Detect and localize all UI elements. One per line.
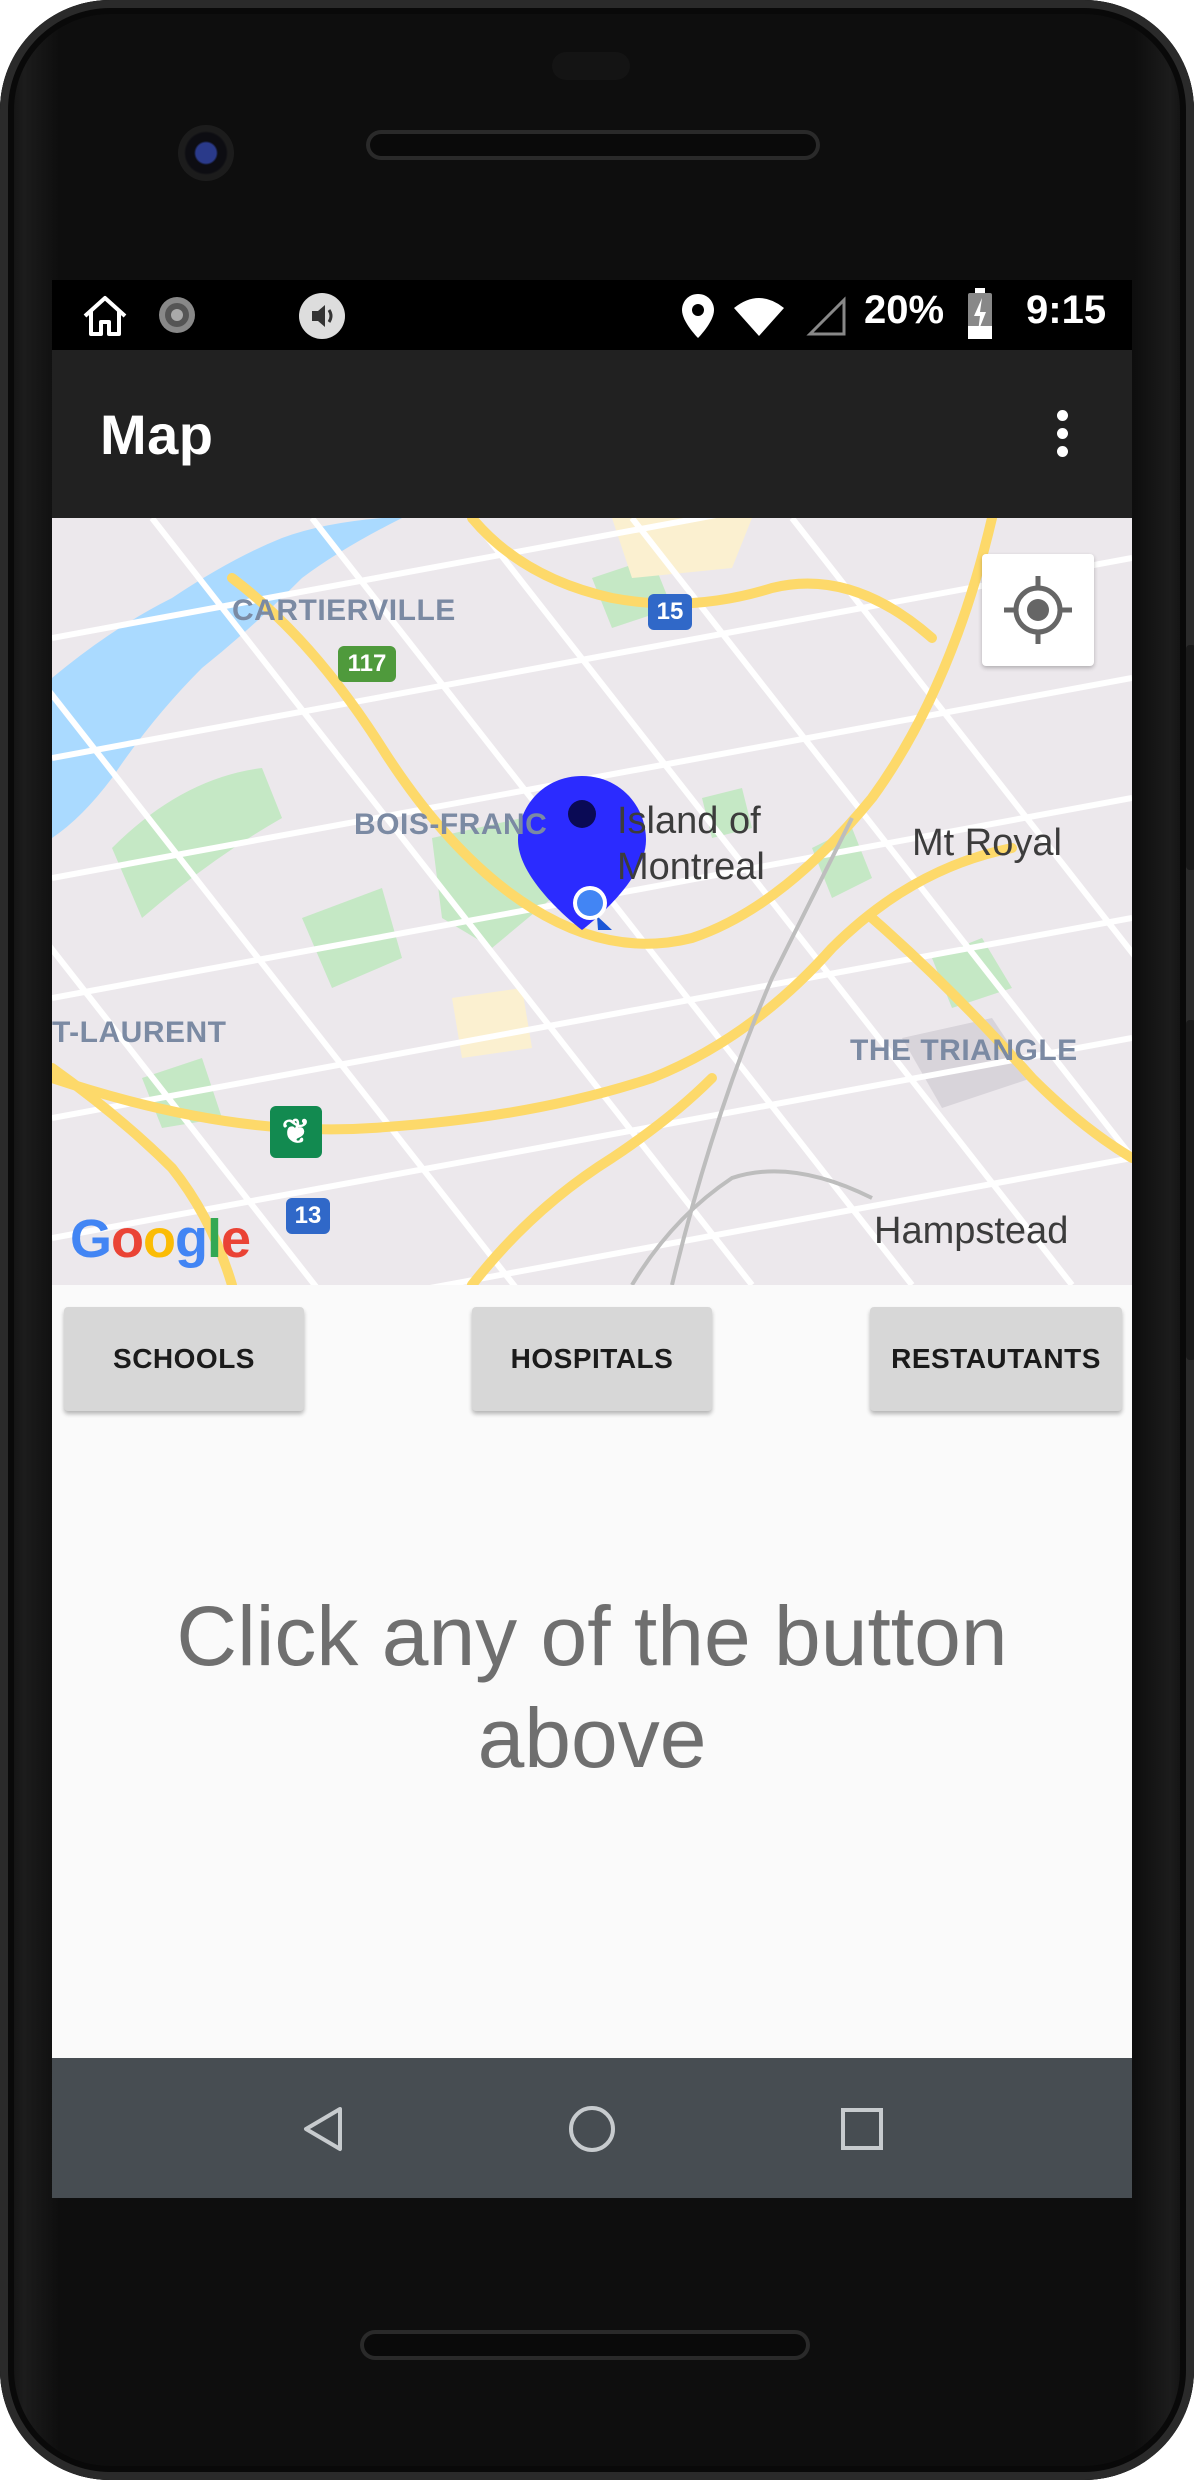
- location-icon: [680, 292, 716, 345]
- battery-percent: 20%: [864, 288, 945, 332]
- my-location-icon[interactable]: [982, 554, 1094, 666]
- google-logo: Google: [70, 1209, 251, 1269]
- commercial-area: [452, 988, 532, 1058]
- home-circle-icon[interactable]: [566, 2103, 618, 2155]
- map-label-hampstead: Hampstead: [874, 1210, 1069, 1252]
- screen: 20% 9:15 Map CARTIERVILLE BOIS-FRANC T-L…: [52, 280, 1132, 2198]
- category-buttons: SCHOOLS HOSPITALS RESTAUTANTS: [52, 1285, 1132, 1420]
- map-label-mt-royal: Mt Royal: [912, 822, 1062, 864]
- phone-frame: 20% 9:15 Map CARTIERVILLE BOIS-FRANC T-L…: [0, 0, 1194, 2480]
- highway-shield-117: 117: [338, 646, 396, 682]
- clock: 9:15: [1026, 288, 1107, 332]
- map-label-bois-franc: BOIS-FRANC: [354, 808, 548, 841]
- park-canada-icon: ❦: [270, 1106, 322, 1158]
- map-label-st-laurent: T-LAURENT: [52, 1016, 227, 1049]
- recents-icon[interactable]: [836, 2103, 888, 2155]
- volume-icon: [298, 292, 346, 345]
- map-tiles: [52, 518, 1132, 1285]
- wifi-icon: [732, 296, 786, 341]
- map-label-cartierville: CARTIERVILLE: [232, 594, 456, 627]
- app-bar: Map: [52, 350, 1132, 518]
- volume-button: [1186, 1020, 1194, 1360]
- home-icon: [80, 290, 130, 345]
- map-label-the-triangle: THE TRIANGLE: [850, 1034, 1078, 1067]
- earpiece-speaker: [366, 130, 820, 160]
- page-title: Map: [100, 403, 214, 466]
- bottom-speaker: [360, 2330, 810, 2360]
- restaurants-button[interactable]: RESTAUTANTS: [870, 1307, 1122, 1411]
- status-bar: 20% 9:15: [52, 280, 1132, 350]
- signal-icon: [806, 296, 846, 341]
- instruction-text: Click any of the button above: [176, 1589, 1008, 1785]
- highway-shield-15: 15: [648, 594, 692, 630]
- hospitals-button[interactable]: HOSPITALS: [472, 1307, 712, 1411]
- sensor-pill: [552, 52, 630, 80]
- navigation-bar: [52, 2058, 1132, 2198]
- power-button: [1186, 645, 1194, 870]
- highway-shield-13: 13: [286, 1198, 330, 1234]
- front-camera: [178, 125, 234, 181]
- battery-charging-icon: [966, 288, 994, 345]
- more-vert-icon[interactable]: [1032, 406, 1092, 466]
- back-icon[interactable]: [298, 2103, 350, 2155]
- result-area: Click any of the button above: [52, 1420, 1132, 2058]
- sync-icon: [156, 294, 198, 341]
- map-view[interactable]: CARTIERVILLE BOIS-FRANC T-LAURENT THE TR…: [52, 518, 1132, 1285]
- schools-button[interactable]: SCHOOLS: [64, 1307, 304, 1411]
- map-label-island-of-montreal: Island of Montreal: [617, 800, 765, 888]
